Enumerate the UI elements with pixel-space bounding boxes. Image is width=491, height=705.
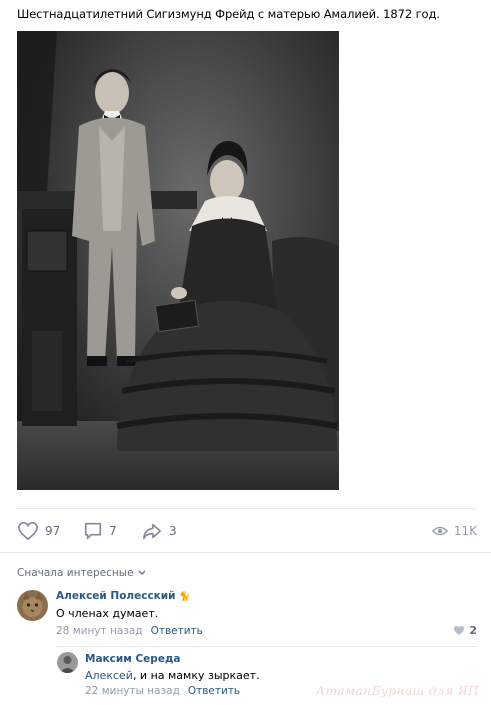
eye-icon bbox=[431, 526, 448, 536]
photo-illustration bbox=[17, 31, 339, 490]
cat-avatar-icon bbox=[17, 590, 48, 621]
post-text: Шестнадцатилетний Сигизмунд Фрейд с мате… bbox=[17, 7, 440, 21]
comment-author[interactable]: Максим Середа bbox=[85, 653, 181, 665]
divider bbox=[0, 552, 491, 553]
sort-label: Сначала интересные bbox=[17, 567, 134, 579]
comment-text: Алексей, и на мамку зыркает. bbox=[85, 669, 260, 682]
reply-button[interactable]: Ответить bbox=[151, 625, 203, 637]
comment-meta: 22 минуты назад Ответить bbox=[85, 685, 240, 697]
views-count: 11K bbox=[453, 524, 477, 538]
like-count: 97 bbox=[45, 524, 61, 538]
comments-sort-dropdown[interactable]: Сначала интересные bbox=[17, 567, 146, 579]
comment-button[interactable]: 7 bbox=[83, 519, 117, 543]
heart-icon bbox=[18, 521, 38, 541]
avatar[interactable] bbox=[57, 652, 78, 673]
comment-like-count: 2 bbox=[469, 624, 477, 637]
comment-time[interactable]: 28 минут назад bbox=[56, 625, 143, 637]
comment-item: Алексей Полесский 🐈 О членах думает. 28 … bbox=[17, 590, 477, 642]
post-actions: 97 7 3 11K bbox=[17, 519, 477, 543]
author-badge-icon: 🐈 bbox=[179, 592, 191, 602]
avatar[interactable] bbox=[17, 590, 48, 621]
comment-like-button[interactable]: 2 bbox=[453, 624, 477, 637]
share-arrow-icon bbox=[143, 523, 161, 540]
like-button[interactable]: 97 bbox=[17, 519, 60, 543]
comment-time[interactable]: 22 минуты назад bbox=[85, 685, 180, 697]
divider bbox=[57, 646, 477, 647]
speech-bubble-icon bbox=[84, 522, 102, 540]
share-count: 3 bbox=[169, 524, 177, 538]
comment-count: 7 bbox=[109, 524, 117, 538]
share-button[interactable]: 3 bbox=[141, 519, 177, 543]
reply-button[interactable]: Ответить bbox=[188, 685, 240, 697]
user-avatar-icon bbox=[57, 652, 78, 673]
comment-text: О членах думает. bbox=[56, 607, 159, 620]
divider bbox=[17, 508, 476, 509]
watermark: АтаманБурнаш для ЯП bbox=[316, 684, 479, 698]
comment-meta: 28 минут назад Ответить bbox=[56, 625, 203, 637]
heart-icon bbox=[454, 626, 465, 635]
reply-to-name[interactable]: Алексей bbox=[85, 669, 133, 682]
chevron-down-icon bbox=[138, 570, 145, 575]
post-photo[interactable] bbox=[17, 31, 339, 490]
comment-author[interactable]: Алексей Полесский 🐈 bbox=[56, 590, 190, 602]
views-counter: 11K bbox=[431, 519, 477, 543]
